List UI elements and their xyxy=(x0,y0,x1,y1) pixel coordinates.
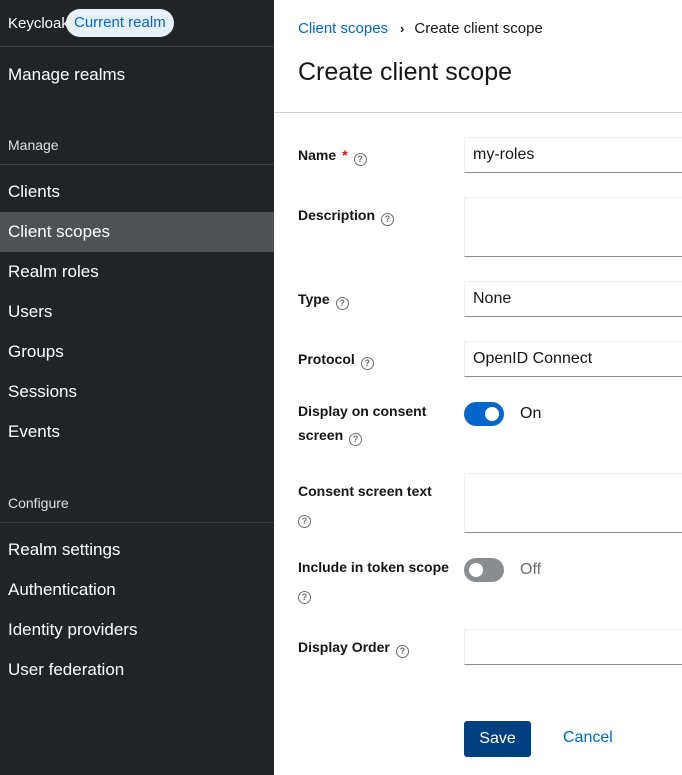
display-order-label: Display Order? xyxy=(298,635,409,659)
include-in-token-scope-state: Off xyxy=(520,561,542,578)
chevron-right-icon: › xyxy=(400,21,405,36)
include-in-token-scope-label-text: Include in token scope xyxy=(298,559,449,575)
toggle-knob xyxy=(485,407,499,421)
sidebar-item-label: Groups xyxy=(8,342,64,361)
help-icon[interactable]: ? xyxy=(349,433,363,446)
sidebar: Keycloak Current realm Manage realms Man… xyxy=(0,0,274,775)
page-title: Create client scope xyxy=(298,58,513,86)
help-icon[interactable]: ? xyxy=(298,515,311,528)
type-label: Type? xyxy=(298,287,349,311)
cancel-button[interactable]: Cancel xyxy=(563,729,613,747)
help-icon[interactable]: ? xyxy=(335,297,349,310)
sidebar-item-realm-settings[interactable]: Realm settings xyxy=(0,530,274,570)
consent-text-help-row: ? xyxy=(298,505,311,529)
sidebar-item-label: Sessions xyxy=(8,382,77,401)
include-in-token-scope-label: Include in token scope xyxy=(298,555,449,579)
include-in-token-scope-toggle[interactable] xyxy=(464,558,504,582)
type-select-value: None xyxy=(473,290,512,307)
display-on-consent-label-row2: screen? xyxy=(298,423,363,447)
brand-name: Keycloak xyxy=(8,15,69,32)
breadcrumb: Client scopes › Create client scope xyxy=(298,20,543,37)
realm-bar: Keycloak Current realm xyxy=(0,0,274,47)
sidebar-item-manage-realms[interactable]: Manage realms xyxy=(0,47,274,103)
page-header: Client scopes › Create client scope Create… xyxy=(274,0,682,113)
description-label-text: Description xyxy=(298,207,376,223)
protocol-select[interactable]: OpenID Connect xyxy=(464,341,682,377)
consent-screen-text-textarea[interactable] xyxy=(464,473,682,533)
sidebar-item-authentication[interactable]: Authentication xyxy=(0,570,274,610)
display-on-consent-state: On xyxy=(520,405,542,422)
sidebar-item-label: Authentication xyxy=(8,580,116,599)
sidebar-item-realm-roles[interactable]: Realm roles xyxy=(0,252,274,292)
section-title-configure: Configure xyxy=(8,495,69,511)
display-on-consent-toggle[interactable] xyxy=(464,402,504,426)
sidebar-item-client-scopes[interactable]: Client scopes xyxy=(0,212,274,252)
section-divider xyxy=(0,164,274,165)
sidebar-item-events[interactable]: Events xyxy=(0,412,274,452)
section-divider xyxy=(0,522,274,523)
current-realm-badge[interactable]: Current realm xyxy=(66,9,174,37)
breadcrumb-current: Create client scope xyxy=(414,20,543,37)
save-button[interactable]: Save xyxy=(464,721,531,757)
consent-text-label-text: Consent screen text xyxy=(298,483,432,499)
description-label: Description? xyxy=(298,203,395,227)
help-icon[interactable]: ? xyxy=(381,213,395,226)
sidebar-item-label: Realm settings xyxy=(8,540,121,559)
description-textarea[interactable] xyxy=(464,197,682,257)
toggle-knob xyxy=(469,563,483,577)
section-title-manage: Manage xyxy=(8,137,59,153)
name-label: Name *? xyxy=(298,143,367,167)
include-in-token-scope-help-row: ? xyxy=(298,581,311,605)
help-icon[interactable]: ? xyxy=(360,357,374,370)
protocol-select-value: OpenID Connect xyxy=(473,350,593,367)
required-indicator: * xyxy=(342,147,348,163)
name-input-value: my-roles xyxy=(473,146,535,163)
sidebar-item-label: Identity providers xyxy=(8,620,138,639)
name-label-text: Name xyxy=(298,147,337,163)
display-order-label-text: Display Order xyxy=(298,639,390,655)
sidebar-item-sessions[interactable]: Sessions xyxy=(0,372,274,412)
help-icon[interactable]: ? xyxy=(395,645,409,658)
display-order-input[interactable] xyxy=(464,629,682,665)
display-on-consent-label-line1: Display on consent xyxy=(298,403,427,419)
breadcrumb-link-client-scopes[interactable]: Client scopes xyxy=(298,20,388,37)
help-icon[interactable]: ? xyxy=(353,153,367,166)
help-icon[interactable]: ? xyxy=(298,591,311,604)
name-input[interactable]: my-roles xyxy=(464,137,682,173)
sidebar-item-label: Manage realms xyxy=(8,65,126,84)
type-select[interactable]: None xyxy=(464,281,682,317)
main-content: Client scopes › Create client scope Create… xyxy=(274,0,682,775)
protocol-label: Protocol? xyxy=(298,347,374,371)
sidebar-item-clients[interactable]: Clients xyxy=(0,172,274,212)
display-on-consent-label: Display on consent xyxy=(298,399,426,423)
sidebar-item-label: Client scopes xyxy=(8,222,111,241)
sidebar-item-groups[interactable]: Groups xyxy=(0,332,274,372)
type-label-text: Type xyxy=(298,291,330,307)
sidebar-item-label: Users xyxy=(8,302,53,321)
display-on-consent-label-line2: screen xyxy=(298,427,344,443)
sidebar-item-label: Clients xyxy=(8,182,60,201)
sidebar-item-label: User federation xyxy=(8,660,125,679)
protocol-label-text: Protocol xyxy=(298,351,355,367)
sidebar-item-label: Events xyxy=(8,422,60,441)
sidebar-item-identity-providers[interactable]: Identity providers xyxy=(0,610,274,650)
sidebar-item-users[interactable]: Users xyxy=(0,292,274,332)
sidebar-item-label: Realm roles xyxy=(8,262,99,281)
sidebar-item-user-federation[interactable]: User federation xyxy=(0,650,274,690)
consent-text-label: Consent screen text xyxy=(298,479,432,503)
